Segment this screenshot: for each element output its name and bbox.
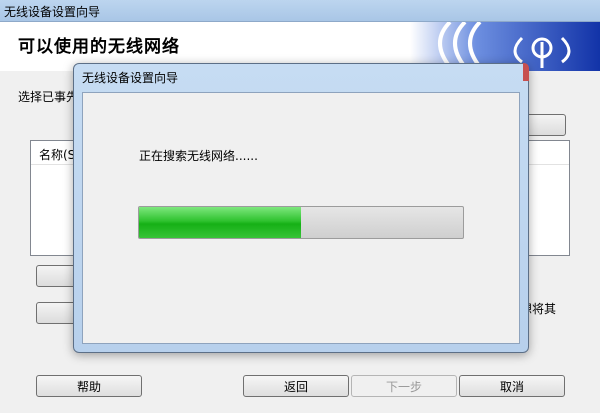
main-titlebar: 无线设备设置向导 [0, 0, 600, 22]
search-progress-bar [138, 206, 464, 239]
dialog-body: 正在搜索无线网络...... [82, 92, 520, 344]
cancel-button[interactable]: 取消 [459, 375, 565, 397]
progress-fill [139, 207, 301, 238]
help-button[interactable]: 帮助 [36, 375, 142, 397]
instruction-text: 选择已事先 [18, 90, 79, 104]
search-dialog: 无线设备设置向导 正在搜索无线网络...... [73, 63, 529, 353]
search-status: 正在搜索无线网络...... [139, 149, 258, 163]
column-name-header[interactable]: 名称(S [39, 146, 75, 163]
back-button[interactable]: 返回 [243, 375, 349, 397]
dialog-title: 无线设备设置向导 [82, 71, 179, 85]
next-button[interactable]: 下一步 [351, 375, 457, 397]
dialog-close-button[interactable] [523, 63, 529, 81]
page-title: 可以使用的无线网络 [18, 37, 180, 57]
window-title: 无线设备设置向导 [4, 5, 101, 19]
